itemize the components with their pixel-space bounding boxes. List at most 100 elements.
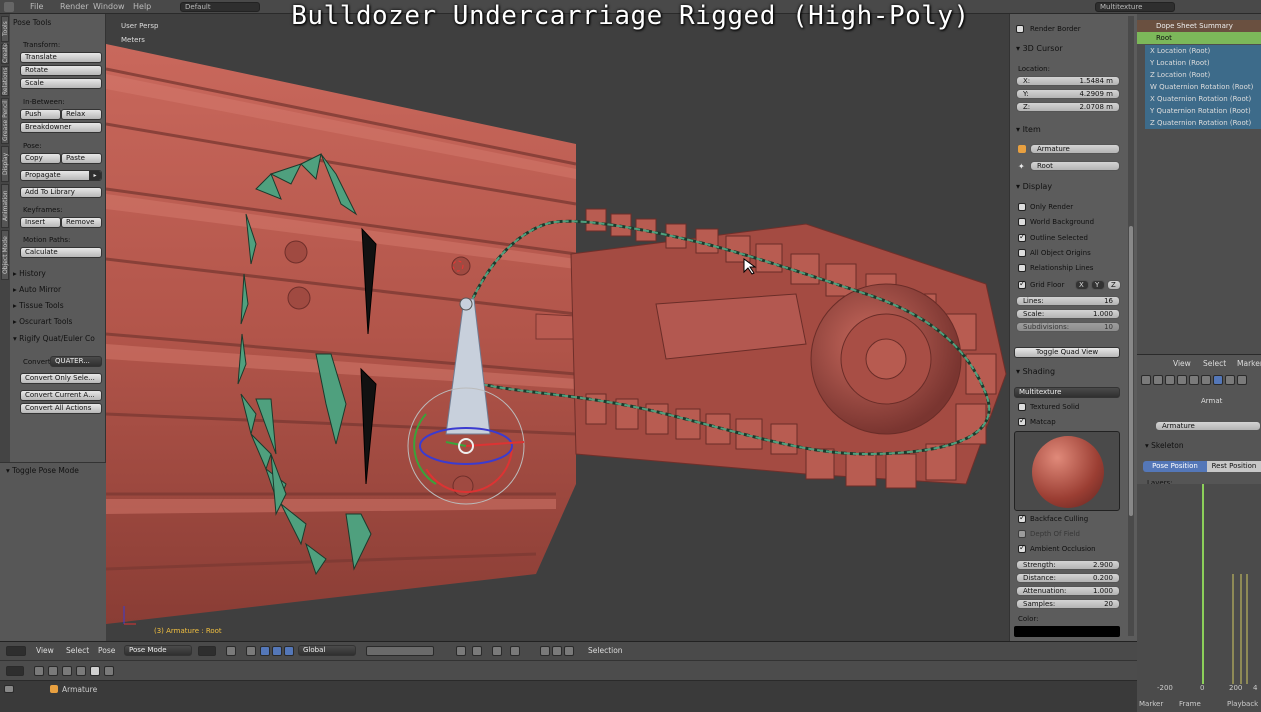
- rotate-manipulator-icon[interactable]: [272, 646, 282, 656]
- editor-type-3d-icon[interactable]: [6, 646, 26, 656]
- ao-color-swatch[interactable]: [1014, 626, 1120, 637]
- grid-scale-field[interactable]: Scale: 1.000: [1016, 309, 1120, 319]
- snap-target-icon[interactable]: [492, 646, 502, 656]
- tab-grease-pencil[interactable]: Grease Pencil: [1, 98, 9, 144]
- tab-create[interactable]: Create: [1, 43, 9, 64]
- menu-select-2[interactable]: Select: [1203, 359, 1226, 368]
- object-filter-icon[interactable]: [48, 666, 58, 676]
- properties-scrollbar[interactable]: [1128, 16, 1134, 636]
- 3d-cursor-panel-header[interactable]: ▾ 3D Cursor: [1016, 44, 1063, 53]
- remove-keyframe-button[interactable]: Remove: [61, 217, 102, 228]
- pose-copy-icon[interactable]: [540, 646, 550, 656]
- world-background-checkbox[interactable]: [1018, 218, 1026, 226]
- convert-all-actions-button[interactable]: Convert All Actions: [20, 403, 102, 414]
- modifiers-tab-icon[interactable]: [1201, 375, 1211, 385]
- object-tab-icon[interactable]: [1177, 375, 1187, 385]
- paste-button[interactable]: Paste: [61, 153, 102, 164]
- matcap-preview[interactable]: [1014, 431, 1120, 511]
- channel-row[interactable]: Z Quaternion Rotation (Root): [1145, 117, 1261, 129]
- scale-button[interactable]: Scale: [20, 78, 102, 89]
- relationship-lines-checkbox[interactable]: [1018, 264, 1026, 272]
- convert-type-select[interactable]: QUATER...: [50, 356, 102, 367]
- calculate-button[interactable]: Calculate: [20, 247, 102, 258]
- header-menu-select[interactable]: Select: [66, 646, 89, 655]
- timeline-frame-menu[interactable]: Frame: [1179, 700, 1201, 708]
- channel-row[interactable]: W Quaternion Rotation (Root): [1145, 81, 1261, 93]
- light-filter-icon[interactable]: [104, 666, 114, 676]
- push-button[interactable]: Push: [20, 109, 61, 120]
- toggle-quad-view-button[interactable]: Toggle Quad View: [1014, 347, 1120, 358]
- object-name-field[interactable]: Armature: [1030, 144, 1120, 154]
- timeline-marker-menu[interactable]: Marker: [1139, 700, 1163, 708]
- convert-current-action-button[interactable]: Convert Current A...: [20, 390, 102, 401]
- menu-marker-2[interactable]: Marker: [1237, 359, 1261, 368]
- ao-samples-field[interactable]: Samples: 20: [1016, 599, 1120, 609]
- ao-attenuation-field[interactable]: Attenuation: 1.000: [1016, 586, 1120, 596]
- item-panel-header[interactable]: ▾ Item: [1016, 125, 1041, 134]
- outline-selected-checkbox[interactable]: [1018, 232, 1026, 242]
- scene-tab-icon[interactable]: [1153, 375, 1163, 385]
- backface-culling-checkbox[interactable]: [1018, 513, 1026, 523]
- render-preview-icon[interactable]: [510, 646, 520, 656]
- channel-root-row[interactable]: Root: [1137, 32, 1261, 44]
- scale-manipulator-icon[interactable]: [284, 646, 294, 656]
- matcap-checkbox[interactable]: [1018, 416, 1026, 426]
- pose-position-button[interactable]: Pose Position: [1143, 461, 1207, 472]
- textured-solid-checkbox[interactable]: [1018, 403, 1026, 411]
- armature-data-tab-icon[interactable]: [1213, 375, 1223, 385]
- relax-button[interactable]: Relax: [61, 109, 102, 120]
- breakdowner-button[interactable]: Breakdowner: [20, 122, 102, 133]
- constraints-tab-icon[interactable]: [1189, 375, 1199, 385]
- depth-of-field-checkbox[interactable]: [1018, 530, 1026, 538]
- 3d-viewport[interactable]: User Persp Meters (3) Armature : Root: [106, 14, 1009, 641]
- dope-sheet-summary-row[interactable]: Dope Sheet Summary: [1137, 20, 1261, 32]
- cursor-y-field[interactable]: Y: 4.2909 m: [1016, 89, 1120, 99]
- pose-paste-icon[interactable]: [552, 646, 562, 656]
- convert-only-selected-button[interactable]: Convert Only Sele...: [20, 373, 102, 384]
- shading-panel-header[interactable]: ▾ Shading: [1016, 367, 1055, 376]
- rest-position-button[interactable]: Rest Position: [1207, 461, 1261, 472]
- translate-button[interactable]: Translate: [20, 52, 102, 63]
- outliner-filter-icon[interactable]: [34, 666, 44, 676]
- render-border-checkbox[interactable]: [1016, 25, 1024, 33]
- manipulator-toggle-icon[interactable]: [246, 646, 256, 656]
- grid-lines-field[interactable]: Lines: 16: [1016, 296, 1120, 306]
- tab-display[interactable]: Display: [1, 146, 9, 182]
- channel-row[interactable]: Y Location (Root): [1145, 57, 1261, 69]
- texture-filter-icon[interactable]: [90, 666, 100, 676]
- viewport-shading-icon[interactable]: [198, 646, 216, 656]
- panel-oscurart-tools[interactable]: ▸ Oscurart Tools: [13, 317, 72, 326]
- channel-row[interactable]: Y Quaternion Rotation (Root): [1145, 105, 1261, 117]
- toggle-pose-mode-header[interactable]: ▾ Toggle Pose Mode: [6, 466, 79, 475]
- snap-icon[interactable]: [472, 646, 482, 656]
- add-to-library-button[interactable]: Add To Library: [20, 187, 102, 198]
- interaction-mode-select[interactable]: Pose Mode: [124, 645, 192, 656]
- timeline-region[interactable]: -200 0 200 4 Marker Frame Playback: [1137, 484, 1261, 712]
- pivot-point-icon[interactable]: [226, 646, 236, 656]
- skeleton-panel-header[interactable]: ▾ Skeleton: [1145, 441, 1184, 450]
- propagate-arrow-icon[interactable]: ▸: [89, 171, 101, 180]
- propagate-button[interactable]: Propagate ▸: [20, 170, 102, 181]
- copy-button[interactable]: Copy: [20, 153, 61, 164]
- grid-axis-y-toggle[interactable]: Y: [1091, 280, 1105, 290]
- channel-row[interactable]: Z Location (Root): [1145, 69, 1261, 81]
- properties-scrollbar-thumb[interactable]: [1129, 226, 1133, 516]
- transform-orientation-select[interactable]: Global: [298, 645, 356, 656]
- channel-row[interactable]: X Quaternion Rotation (Root): [1145, 93, 1261, 105]
- rotate-button[interactable]: Rotate: [20, 65, 102, 76]
- grid-subdivisions-field[interactable]: Subdivisions: 10: [1016, 322, 1120, 332]
- cursor-x-field[interactable]: X: 1.5484 m: [1016, 76, 1120, 86]
- header-menu-view[interactable]: View: [36, 646, 54, 655]
- render-tab-icon[interactable]: [1141, 375, 1151, 385]
- channel-row[interactable]: X Location (Root): [1145, 45, 1261, 57]
- cursor-z-field[interactable]: Z: 2.0708 m: [1016, 102, 1120, 112]
- status-editor-icon[interactable]: [4, 685, 14, 693]
- material-filter-icon[interactable]: [76, 666, 86, 676]
- header-menu-pose[interactable]: Pose: [98, 646, 115, 655]
- bone-name-field[interactable]: Root: [1030, 161, 1120, 171]
- grid-axis-z-toggle[interactable]: Z: [1107, 280, 1121, 290]
- ao-distance-field[interactable]: Distance: 0.200: [1016, 573, 1120, 583]
- display-panel-header[interactable]: ▾ Display: [1016, 182, 1052, 191]
- bone-tab-icon[interactable]: [1225, 375, 1235, 385]
- panel-tissue-tools[interactable]: ▸ Tissue Tools: [13, 301, 64, 310]
